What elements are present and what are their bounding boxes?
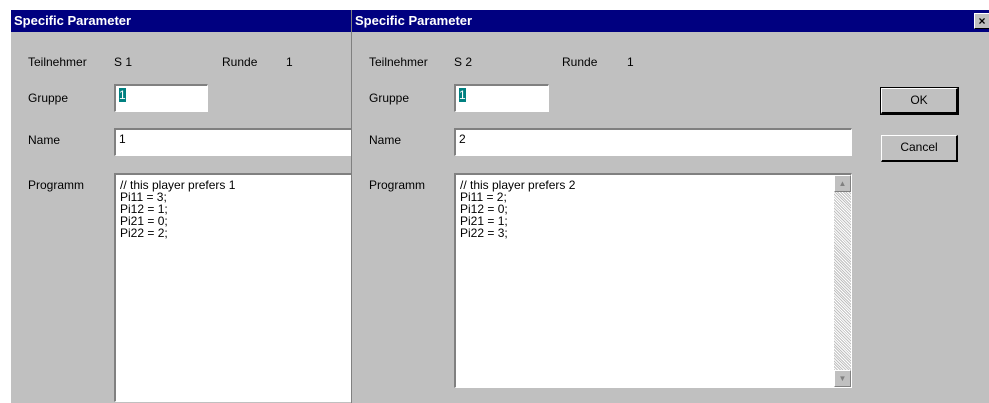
title-bar[interactable]: Specific Parameter × (352, 10, 989, 32)
teilnehmer-label: Teilnehmer (369, 55, 428, 69)
gruppe-input-value: 1 (459, 88, 466, 102)
programm-textarea[interactable]: // this player prefers 2 Pi11 = 2; Pi12 … (454, 173, 852, 388)
close-icon[interactable]: × (974, 13, 989, 29)
specific-parameter-dialog-2: Specific Parameter × Teilnehmer S 2 Rund… (351, 10, 989, 403)
runde-value: 1 (286, 55, 293, 69)
teilnehmer-value: S 2 (454, 55, 473, 69)
runde-value: 1 (627, 55, 634, 69)
programm-line: Pi22 = 3; (460, 226, 508, 240)
runde-label: Runde (222, 55, 258, 69)
programm-line: Pi21 = 1; (460, 214, 508, 228)
scroll-down-arrow-icon[interactable]: ▼ (834, 370, 851, 387)
teilnehmer-label: Teilnehmer (28, 55, 87, 69)
programm-line: Pi11 = 2; (460, 190, 507, 204)
vertical-scrollbar[interactable]: ▲ ▼ (834, 175, 851, 387)
programm-line: Pi22 = 2; (120, 226, 168, 240)
programm-line: // this player prefers 2 (460, 178, 576, 192)
programm-label: Programm (28, 178, 85, 192)
name-label: Name (369, 133, 402, 147)
scroll-up-arrow-icon[interactable]: ▲ (834, 175, 851, 192)
name-label: Name (28, 133, 61, 147)
gruppe-label: Gruppe (28, 91, 69, 105)
name-input[interactable]: 2 (454, 128, 852, 156)
programm-line: Pi12 = 0; (460, 202, 508, 216)
gruppe-input-value: 1 (119, 88, 126, 102)
teilnehmer-value: S 1 (114, 55, 133, 69)
gruppe-label: Gruppe (369, 91, 410, 105)
ok-button[interactable]: OK (880, 87, 959, 115)
name-input[interactable]: 1 (114, 128, 352, 156)
title-bar[interactable]: Specific Parameter (11, 10, 352, 32)
specific-parameter-dialog-1: Specific Parameter Teilnehmer S 1 Runde … (10, 10, 352, 403)
cancel-button[interactable]: Cancel (881, 135, 958, 162)
runde-label: Runde (562, 55, 598, 69)
dialog-title: Specific Parameter (355, 13, 473, 28)
gruppe-input[interactable]: 1 (454, 84, 549, 112)
dialog-title: Specific Parameter (14, 13, 132, 28)
programm-textarea[interactable]: // this player prefers 1 Pi11 = 3; Pi12 … (114, 173, 352, 402)
programm-label: Programm (369, 178, 426, 192)
gruppe-input[interactable]: 1 (114, 84, 208, 112)
